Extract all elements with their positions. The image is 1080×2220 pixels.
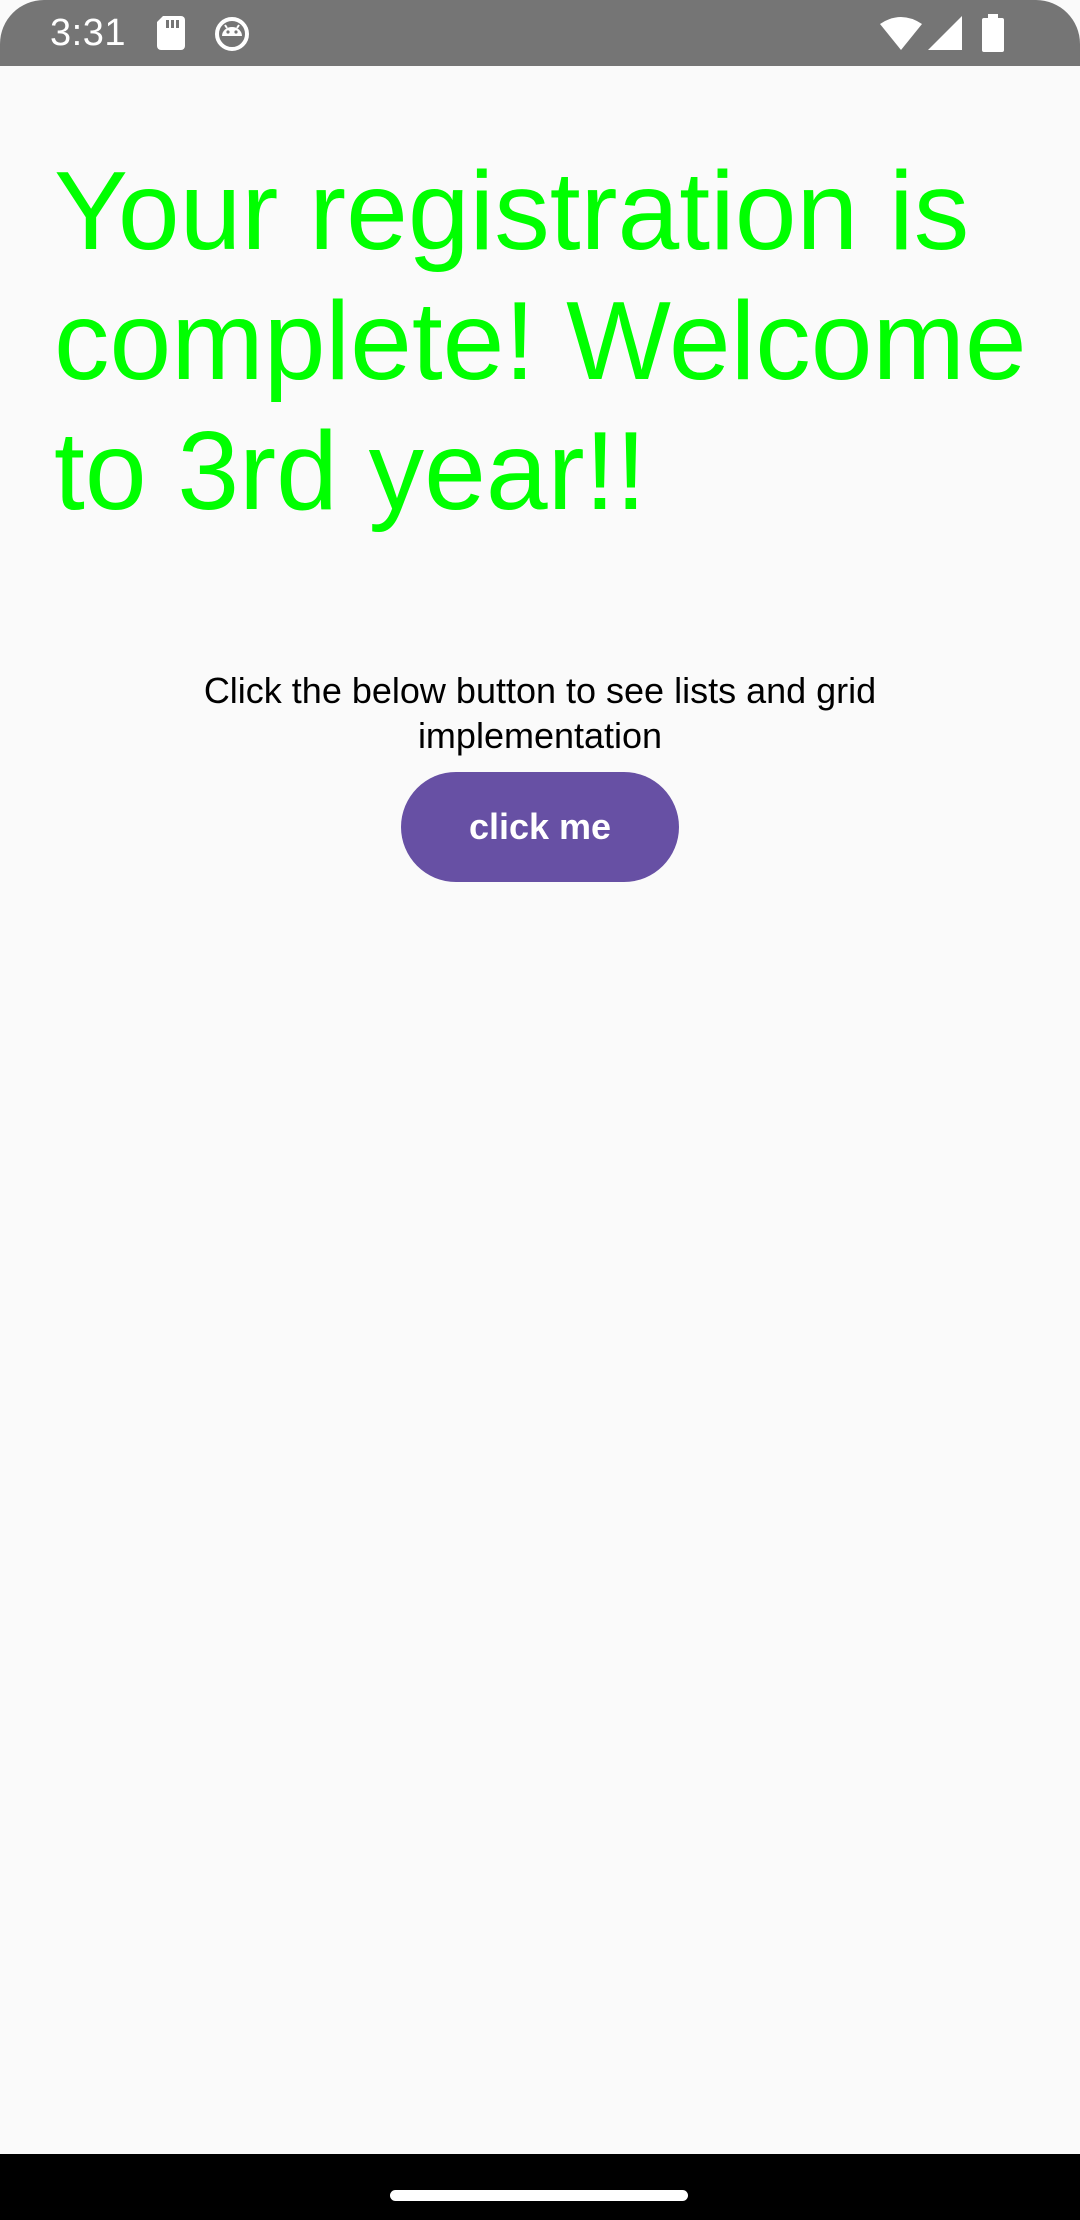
click-me-button[interactable]: click me	[401, 772, 679, 882]
registration-headline: Your registration is complete! Welcome t…	[54, 149, 1027, 533]
sd-card-icon	[157, 16, 185, 50]
battery-icon	[982, 14, 1004, 52]
android-debug-icon	[215, 17, 249, 51]
main-content: Your registration is complete! Welcome t…	[0, 66, 1080, 2154]
wifi-icon	[880, 17, 922, 50]
status-bar: 3:31	[0, 0, 1080, 66]
cell-signal-icon	[928, 16, 962, 50]
status-time: 3:31	[50, 12, 126, 54]
home-gesture-handle[interactable]	[390, 2190, 688, 2201]
instruction-text: Click the below button to see lists and …	[203, 670, 877, 756]
navigation-bar	[0, 2154, 1080, 2220]
